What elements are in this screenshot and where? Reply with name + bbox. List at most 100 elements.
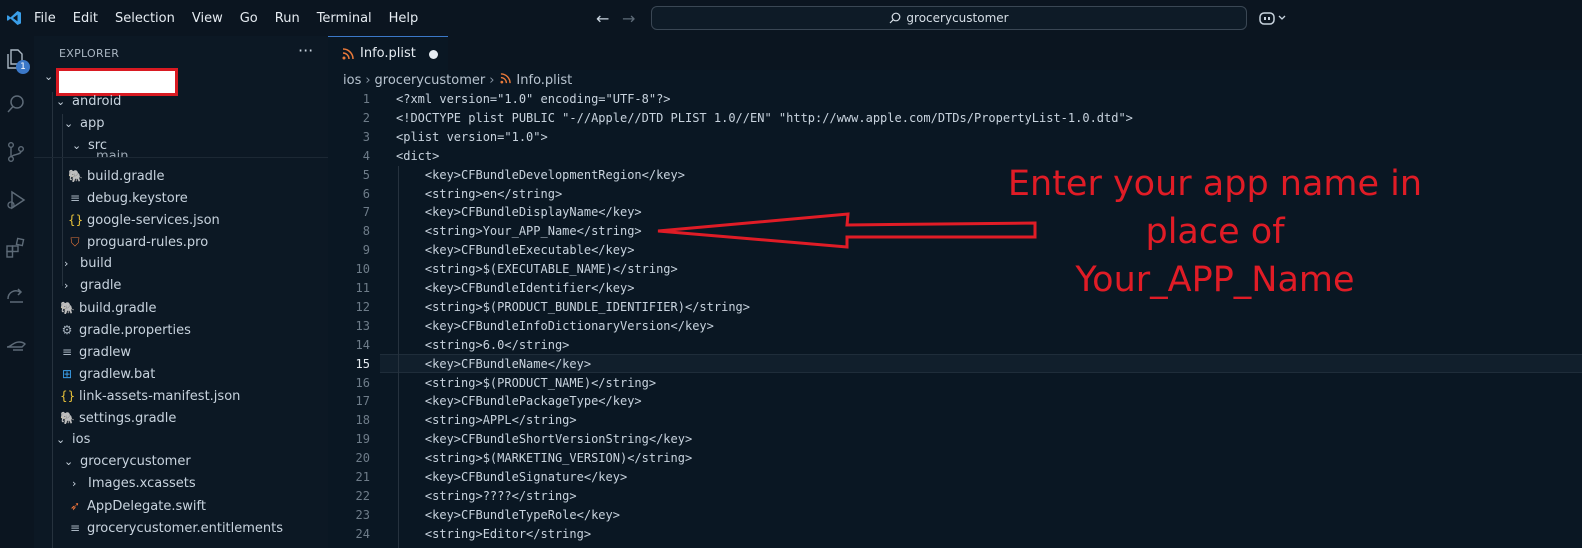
code-line[interactable]: <key>CFBundleDevelopmentRegion</key>: [396, 168, 685, 182]
code-line[interactable]: <plist version="1.0">: [396, 130, 548, 144]
tree-item-main-clipped[interactable]: main: [96, 148, 128, 157]
tree-item-app-build-gradle[interactable]: 🐘 build.gradle: [68, 165, 165, 187]
root-folder-chevron[interactable]: ⌄: [44, 66, 56, 88]
code-line[interactable]: <string>6.0</string>: [396, 338, 570, 352]
back-arrow-icon[interactable]: ←: [596, 9, 609, 28]
json-braces-icon: {}: [60, 389, 76, 403]
menu-bar: File Edit Selection View Go Run Terminal…: [34, 0, 435, 36]
chevron-down-icon: ⌄: [44, 70, 54, 83]
menu-item-help[interactable]: Help: [389, 11, 419, 26]
chevron-down-icon: ⌄: [56, 95, 66, 108]
chevron-right-icon: ›: [365, 73, 371, 88]
line-number: 14: [355, 338, 370, 352]
tree-indent-guide: [52, 92, 53, 548]
line-number: 15: [355, 357, 370, 371]
code-line[interactable]: <key>CFBundleExecutable</key>: [396, 243, 635, 257]
code-line[interactable]: <string>$(PRODUCT_BUNDLE_IDENTIFIER)</st…: [396, 300, 750, 314]
tree-item-android-build-gradle[interactable]: 🐘 build.gradle: [60, 297, 157, 319]
breadcrumb-grocerycustomer[interactable]: grocerycustomer: [375, 73, 486, 88]
tree-item-label: grocerycustomer.entitlements: [87, 521, 284, 536]
forward-arrow-icon[interactable]: →: [622, 9, 635, 28]
tree-item-label: ios: [72, 432, 91, 447]
code-line[interactable]: <key>CFBundleSignature</key>: [396, 470, 627, 484]
run-debug-icon[interactable]: [5, 189, 27, 211]
code-line[interactable]: <key>CFBundleDisplayName</key>: [396, 205, 642, 219]
extensions-icon[interactable]: [5, 237, 27, 259]
file-lines-icon: ≡: [61, 345, 73, 359]
code-line[interactable]: <key>CFBundlePackageType</key>: [396, 394, 642, 408]
chevron-right-icon: ›: [64, 257, 69, 270]
code-line[interactable]: <dict>: [396, 149, 439, 163]
chevron-down-icon: ⌄: [64, 455, 74, 468]
code-line[interactable]: <?xml version="1.0" encoding="UTF-8"?>: [396, 92, 671, 106]
tree-item-settings-gradle[interactable]: 🐘 settings.gradle: [60, 407, 176, 429]
gradle-elephant-icon: 🐘: [60, 301, 75, 315]
copilot-icon[interactable]: [1258, 10, 1288, 26]
line-number: 7: [362, 205, 370, 219]
tree-item-build-folder[interactable]: › build: [64, 253, 112, 275]
code-line[interactable]: <key>CFBundleInfoDictionaryVersion</key>: [396, 319, 714, 333]
menu-item-terminal[interactable]: Terminal: [317, 11, 372, 26]
tree-item-app[interactable]: ⌄ app: [64, 113, 104, 135]
rss-feed-icon: [342, 47, 354, 59]
tree-item-grocerycustomer[interactable]: ⌄ grocerycustomer: [64, 451, 191, 473]
tree-item-debug-keystore[interactable]: ≡ debug.keystore: [68, 187, 188, 209]
tab-info-plist[interactable]: Info.plist: [328, 36, 448, 70]
code-line[interactable]: <string>APPL</string>: [396, 413, 577, 427]
remote-explorer-icon[interactable]: [5, 285, 27, 307]
tree-item-ios[interactable]: ⌄ ios: [56, 429, 90, 451]
menu-item-view[interactable]: View: [192, 11, 223, 26]
vscode-logo-icon: [7, 11, 21, 25]
breadcrumb: ios › grocerycustomer › Info.plist: [343, 71, 572, 91]
code-line[interactable]: <key>CFBundleTypeRole</key>: [396, 508, 620, 522]
tree-indent-guide: [62, 114, 63, 286]
windows-icon: ⊞: [61, 367, 73, 381]
annotation-arrow: [657, 212, 1037, 249]
tree-item-gradlew-bat[interactable]: ⊞ gradlew.bat: [60, 363, 155, 385]
menu-item-go[interactable]: Go: [240, 11, 258, 26]
tree-item-images-xcassets[interactable]: › Images.xcassets: [72, 473, 196, 495]
tree-item-proguard-rules[interactable]: ⛉ proguard-rules.pro: [68, 231, 208, 253]
menu-item-run[interactable]: Run: [275, 11, 300, 26]
line-number: 5: [362, 168, 370, 182]
source-control-icon[interactable]: [5, 141, 27, 163]
more-actions-button[interactable]: ···: [298, 41, 313, 60]
tree-item-link-assets-manifest[interactable]: {} link-assets-manifest.json: [60, 385, 240, 407]
code-line[interactable]: <string>$(MARKETING_VERSION)</string>: [396, 451, 692, 465]
tree-item-label: android: [72, 94, 122, 109]
command-center-search[interactable]: grocerycustomer: [651, 6, 1247, 30]
tree-item-gradle-folder[interactable]: › gradle: [64, 275, 121, 297]
code-line[interactable]: <key>CFBundleIdentifier</key>: [396, 281, 635, 295]
tree-item-google-services-json[interactable]: {} google-services.json: [68, 209, 220, 231]
code-line[interactable]: <string>Your_APP_Name</string>: [396, 224, 642, 238]
editor-tab-bar: Info.plist: [328, 36, 1582, 70]
code-line[interactable]: <string>????</string>: [396, 489, 577, 503]
tree-item-gradle-properties[interactable]: ⚙ gradle.properties: [60, 319, 191, 341]
code-line[interactable]: <key>CFBundleShortVersionString</key>: [396, 432, 692, 446]
code-line[interactable]: <string>$(EXECUTABLE_NAME)</string>: [396, 262, 678, 276]
tree-item-label: app: [80, 116, 105, 131]
tree-item-gradlew[interactable]: ≡ gradlew: [60, 341, 131, 363]
code-line[interactable]: <string>$(PRODUCT_NAME)</string>: [396, 376, 656, 390]
tree-item-label: Images.xcassets: [88, 476, 196, 491]
code-line[interactable]: <!DOCTYPE plist PUBLIC "-//Apple//DTD PL…: [396, 111, 1133, 125]
line-number: 22: [355, 489, 370, 503]
menu-item-edit[interactable]: Edit: [73, 11, 98, 26]
breadcrumb-info-plist[interactable]: Info.plist: [516, 73, 572, 88]
code-line[interactable]: <key>CFBundleName</key>: [396, 357, 591, 371]
code-line[interactable]: <string>en</string>: [396, 187, 562, 201]
tree-item-entitlements[interactable]: ≡ grocerycustomer.entitlements: [68, 517, 283, 539]
line-number: 13: [355, 319, 370, 333]
search-icon[interactable]: [5, 93, 27, 115]
tree-item-label: AppDelegate.swift: [87, 499, 206, 514]
tree-item-appdelegate-swift[interactable]: ➶ AppDelegate.swift: [68, 495, 206, 517]
chevron-right-icon: ›: [72, 477, 77, 490]
lamp-extension-icon[interactable]: [5, 333, 27, 355]
code-line[interactable]: <string>Editor</string>: [396, 527, 591, 541]
menu-item-file[interactable]: File: [34, 11, 56, 26]
tree-item-android[interactable]: ⌄ android: [56, 91, 121, 113]
callout-line-1: Enter your app name in: [1007, 164, 1423, 204]
menu-item-selection[interactable]: Selection: [115, 11, 175, 26]
breadcrumb-ios[interactable]: ios: [343, 73, 361, 88]
unsaved-dot-icon[interactable]: [429, 50, 438, 59]
